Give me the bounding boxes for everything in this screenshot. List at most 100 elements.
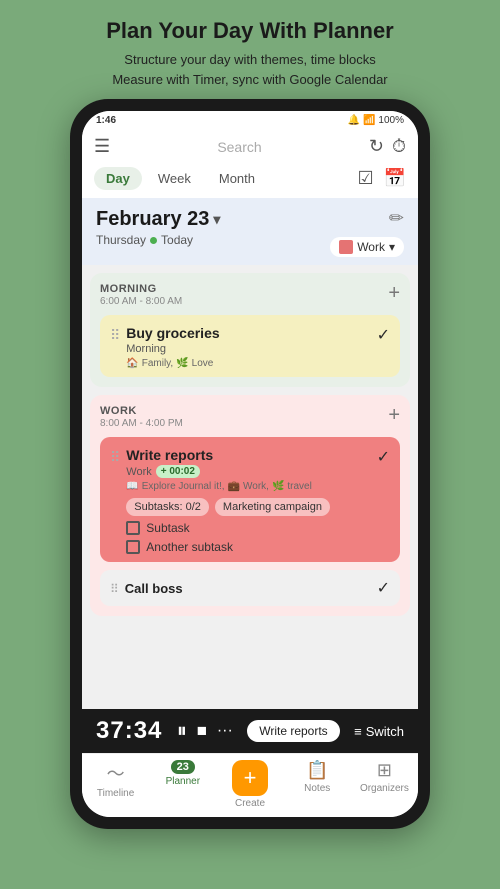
battery-level: 100%	[378, 115, 404, 126]
morning-section-header: MORNING 6:00 AM - 8:00 AM +	[100, 283, 400, 307]
subtask-2-checkbox[interactable]	[126, 540, 140, 554]
date-title[interactable]: February 23 ▾	[96, 208, 220, 231]
write-reports-check-icon[interactable]: ✓	[377, 447, 390, 467]
timer-icon[interactable]: ⏱	[392, 136, 406, 157]
morning-title: MORNING	[100, 283, 182, 295]
planner-badge: 23	[171, 760, 195, 774]
tag-work-icon: 💼	[228, 481, 240, 492]
timer-badge: + 00:02	[156, 465, 200, 478]
write-reports-row: ⠿ Write reports Work + 00:02 📖 Explore J…	[110, 447, 390, 554]
nav-item-notes[interactable]: 📋 Notes	[284, 760, 351, 809]
morning-section: MORNING 6:00 AM - 8:00 AM + ⠿ Buy grocer…	[90, 273, 410, 387]
nav-item-timeline[interactable]: 〜 Timeline	[82, 760, 149, 809]
nav-item-create[interactable]: + Create	[216, 760, 283, 809]
calendar-sync-icon[interactable]: 📅	[384, 168, 406, 189]
top-nav: ☰ Search ↻ ⏱	[82, 130, 418, 163]
search-bar[interactable]: Search	[118, 139, 361, 155]
today-dot	[150, 237, 157, 244]
call-boss-preview[interactable]: ⠿ Call boss ✓	[100, 570, 400, 606]
date-info: February 23 ▾ Thursday Today	[96, 208, 220, 247]
switch-btn[interactable]: ≡ Switch	[354, 724, 404, 739]
organizers-label: Organizers	[360, 783, 409, 794]
refresh-icon[interactable]: ↻	[369, 136, 384, 157]
work-chevron-icon: ▾	[389, 240, 395, 254]
status-icons: 🔔 📶 100%	[348, 115, 404, 126]
buy-groceries-check-icon[interactable]: ✓	[377, 325, 390, 345]
hamburger-icon[interactable]: ☰	[94, 136, 110, 157]
call-boss-title: Call boss	[125, 581, 371, 596]
timer-task-label[interactable]: Write reports	[247, 720, 339, 742]
stop-icon[interactable]: ⏹	[197, 720, 207, 743]
bottom-nav: 〜 Timeline 23 Planner + Create 📋 Notes ⊞…	[82, 753, 418, 817]
buy-groceries-tags: 🏠 Family, 🌿 Love	[126, 358, 370, 369]
tag-book-icon: 📖	[126, 481, 138, 492]
write-reports-tags: 📖 Explore Journal it!, 💼 Work, 🌿 travel	[126, 481, 370, 492]
tag-icon-2: 🌿	[176, 358, 188, 369]
buy-groceries-meta: Morning	[126, 343, 370, 355]
date-chevron-icon: ▾	[213, 211, 220, 228]
create-label: Create	[235, 798, 265, 809]
marketing-campaign-badge: Marketing campaign	[215, 498, 330, 516]
planner-label: Planner	[166, 776, 200, 787]
timeline-label: Timeline	[97, 788, 134, 799]
work-section: WORK 8:00 AM - 4:00 PM + ⠿ Write reports…	[90, 395, 410, 616]
nav-item-planner[interactable]: 23 Planner	[149, 760, 216, 809]
organizers-icon: ⊞	[377, 760, 392, 781]
scroll-content[interactable]: MORNING 6:00 AM - 8:00 AM + ⠿ Buy grocer…	[82, 265, 418, 709]
checklist-icon[interactable]: ☑	[357, 168, 373, 189]
drag-handle-icon[interactable]: ⠿	[110, 327, 120, 344]
write-reports-card: ⠿ Write reports Work + 00:02 📖 Explore J…	[100, 437, 400, 562]
view-tabs: Day Week Month ☑ 📅	[82, 163, 418, 198]
subtask-item-2: Another subtask	[126, 540, 370, 554]
more-dots-icon[interactable]: ···	[217, 722, 233, 740]
header-title: Plan Your Day With Planner	[106, 18, 394, 44]
tag-icon-1: 🏠	[126, 358, 138, 369]
task-row: ⠿ Buy groceries Morning 🏠 Family, 🌿 Love	[110, 325, 390, 369]
status-bar: 1:46 🔔 📶 100%	[82, 111, 418, 130]
date-header: February 23 ▾ Thursday Today ✏ Work ▾	[82, 198, 418, 265]
date-sub: Thursday Today	[96, 233, 220, 247]
tab-day[interactable]: Day	[94, 167, 142, 190]
call-boss-check-icon[interactable]: ✓	[377, 578, 390, 598]
phone-wrapper: 1:46 🔔 📶 100% ☰ Search ↻ ⏱ Day Week Mont…	[70, 99, 430, 829]
write-reports-meta: Work + 00:02	[126, 465, 370, 478]
switch-list-icon: ≡	[354, 724, 362, 739]
tag-travel-icon: 🌿	[272, 481, 284, 492]
timer-controls: ⏸ ⏹ ···	[177, 720, 233, 743]
buy-groceries-title: Buy groceries	[126, 325, 370, 341]
subtask-badges: Subtasks: 0/2 Marketing campaign	[126, 498, 370, 516]
subtasks-count-badge: Subtasks: 0/2	[126, 498, 209, 516]
edit-icon[interactable]: ✏	[389, 208, 404, 229]
write-reports-body: Write reports Work + 00:02 📖 Explore Jou…	[126, 447, 370, 554]
notes-label: Notes	[304, 783, 330, 794]
work-color-icon	[339, 240, 353, 254]
work-badge[interactable]: Work ▾	[330, 237, 404, 257]
create-button[interactable]: +	[232, 760, 268, 796]
morning-time: 6:00 AM - 8:00 AM	[100, 296, 182, 307]
phone-screen: 1:46 🔔 📶 100% ☰ Search ↻ ⏱ Day Week Mont…	[82, 111, 418, 817]
tab-week[interactable]: Week	[146, 167, 203, 190]
header-text: Plan Your Day With Planner Structure you…	[86, 0, 414, 99]
buy-groceries-card: ⠿ Buy groceries Morning 🏠 Family, 🌿 Love	[100, 315, 400, 377]
work-add-btn[interactable]: +	[388, 405, 400, 425]
notes-icon: 📋	[306, 760, 328, 781]
timer-display: 37:34	[96, 717, 162, 745]
pause-icon[interactable]: ⏸	[177, 720, 187, 743]
work-section-title: WORK	[100, 405, 183, 417]
task-body: Buy groceries Morning 🏠 Family, 🌿 Love	[126, 325, 370, 369]
work-section-header: WORK 8:00 AM - 4:00 PM +	[100, 405, 400, 429]
status-time: 1:46	[96, 115, 116, 126]
work-section-time: 8:00 AM - 4:00 PM	[100, 418, 183, 429]
subtask-1-checkbox[interactable]	[126, 521, 140, 535]
timeline-icon: 〜	[107, 760, 125, 786]
morning-add-btn[interactable]: +	[388, 283, 400, 303]
header-subtitle: Structure your day with themes, time blo…	[106, 50, 394, 89]
tab-month[interactable]: Month	[207, 167, 267, 190]
subtask-item-1: Subtask	[126, 521, 370, 535]
write-reports-drag-icon[interactable]: ⠿	[110, 449, 120, 466]
call-boss-drag-icon[interactable]: ⠿	[110, 582, 119, 596]
write-reports-title: Write reports	[126, 447, 370, 463]
nav-item-organizers[interactable]: ⊞ Organizers	[351, 760, 418, 809]
switch-label: Switch	[366, 724, 404, 739]
timer-bar: 37:34 ⏸ ⏹ ··· Write reports ≡ Switch	[82, 709, 418, 753]
